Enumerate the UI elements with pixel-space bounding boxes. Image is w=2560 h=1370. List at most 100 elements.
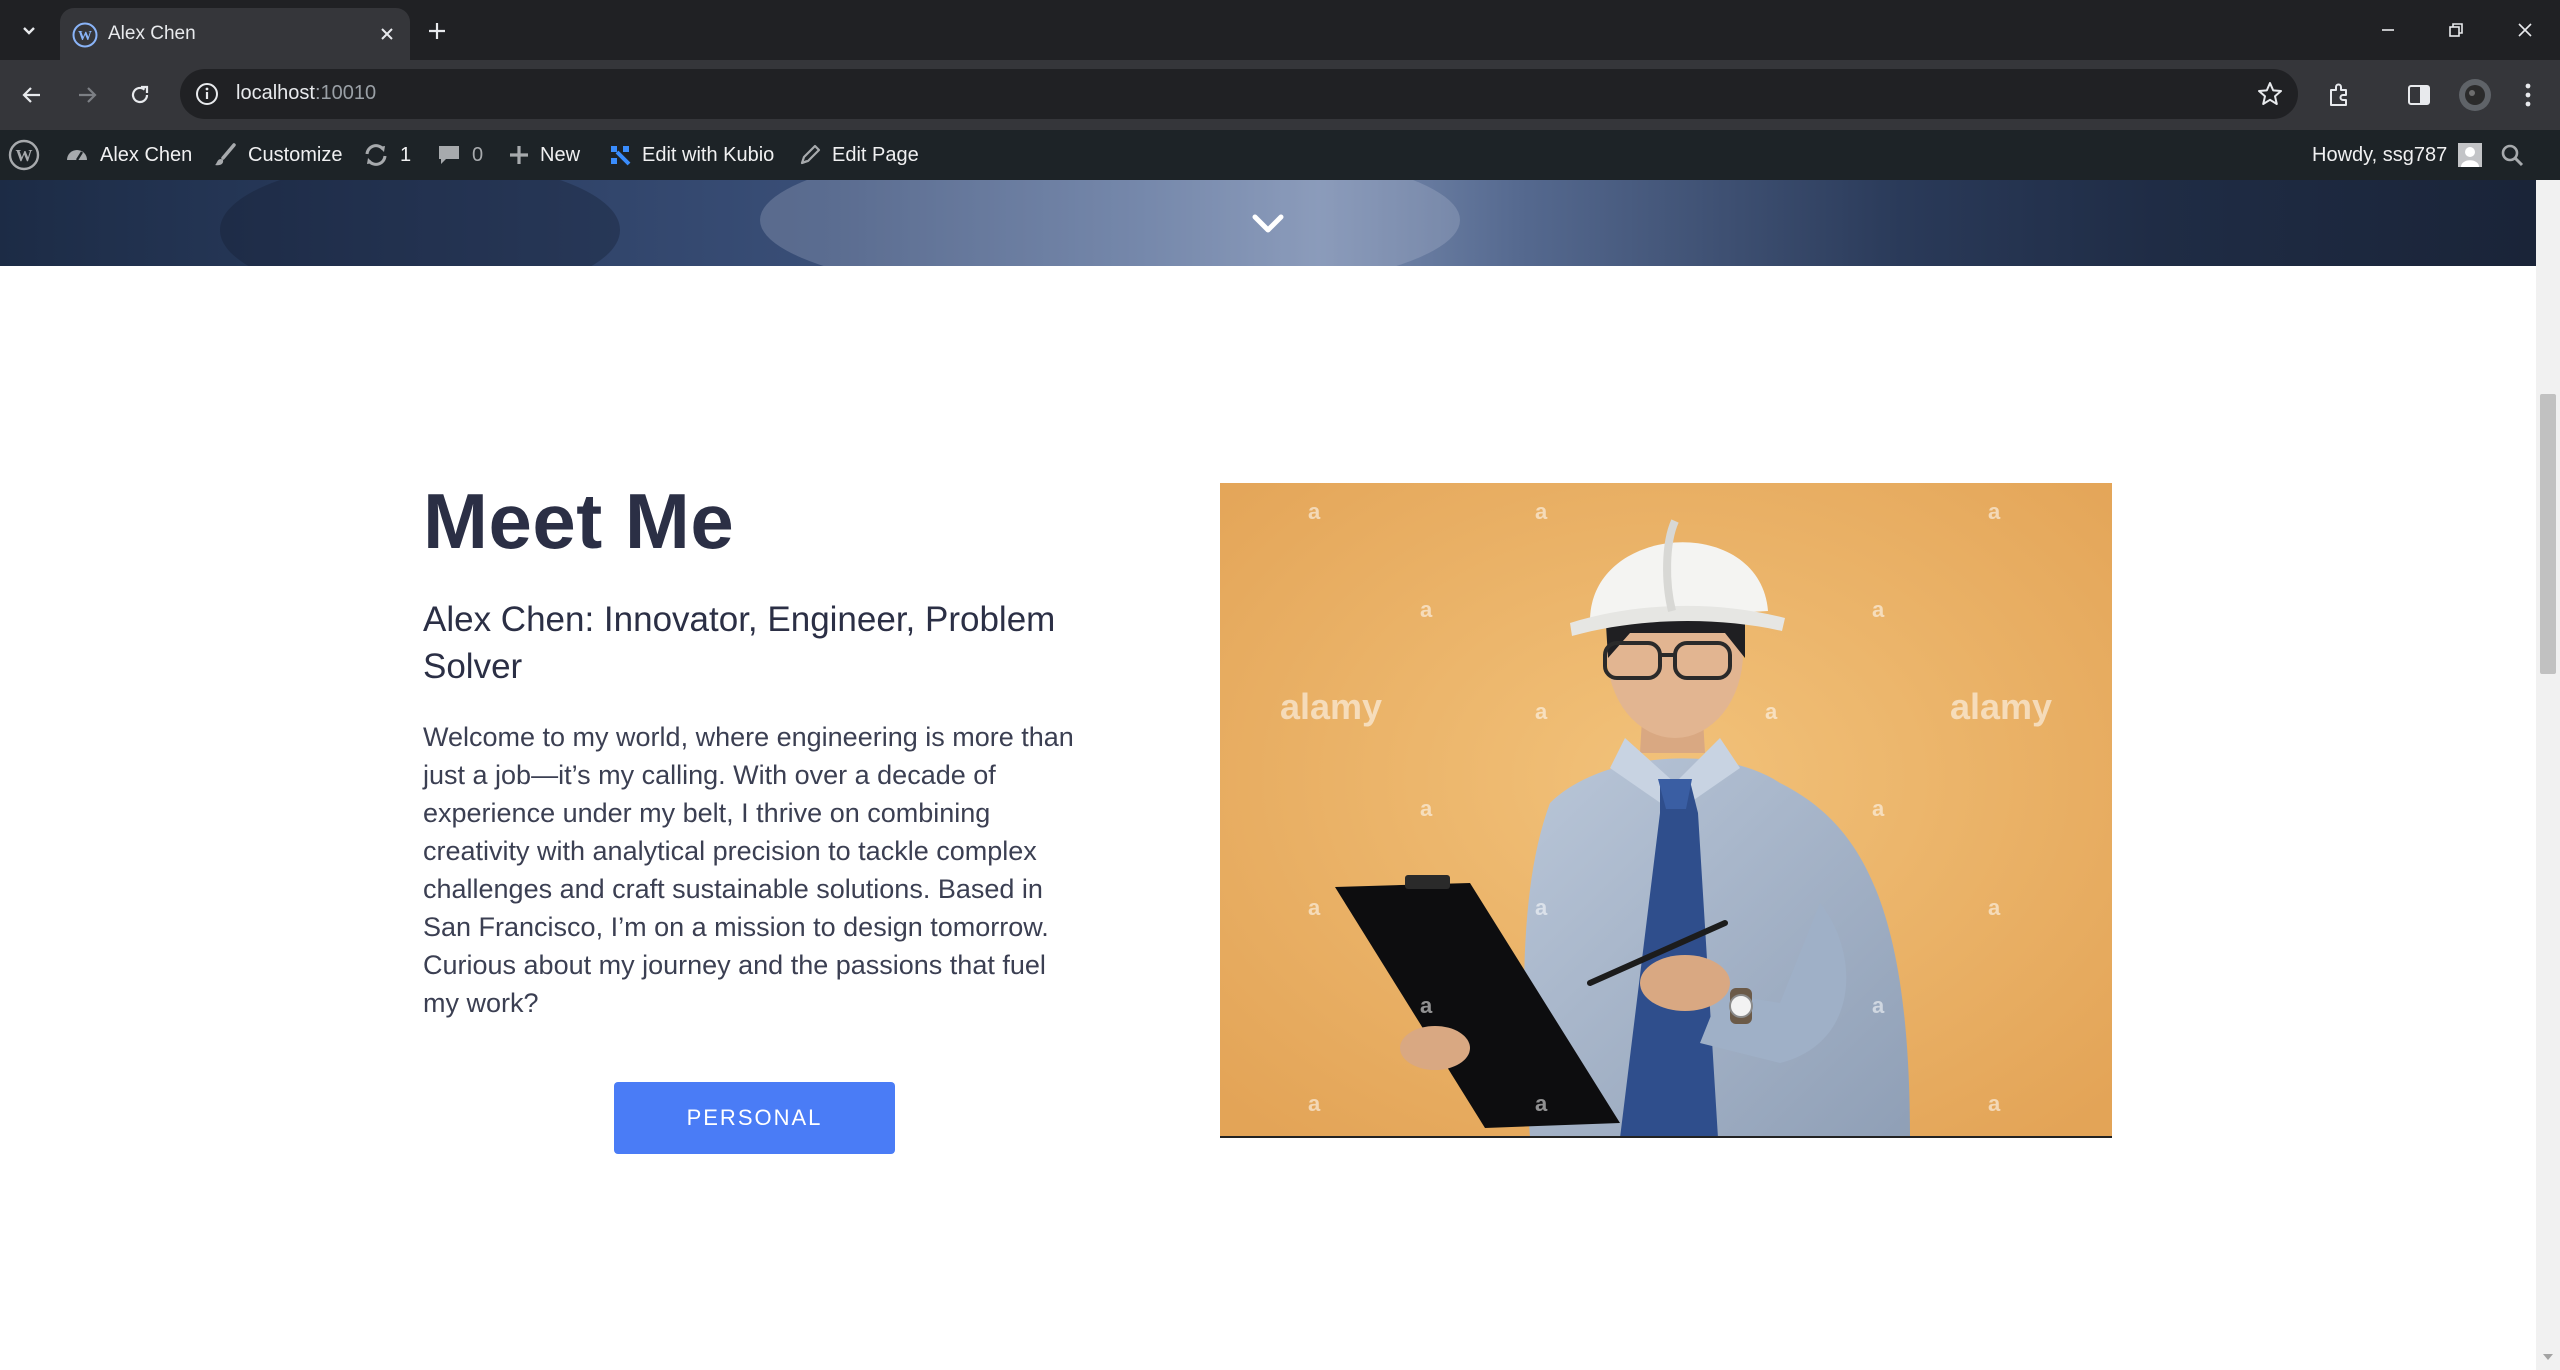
- wp-admin-bar: W Alex Chen Customize 1 0 New Edit with …: [0, 130, 2560, 180]
- svg-text:a: a: [1988, 1091, 2001, 1116]
- site-name-menu[interactable]: Alex Chen: [64, 130, 192, 180]
- brush-icon: [215, 143, 236, 166]
- url-port: :10010: [314, 82, 377, 104]
- hero-background-shape: [760, 180, 1460, 266]
- side-panel-button[interactable]: [2399, 75, 2439, 115]
- tab-search-button[interactable]: [10, 12, 48, 48]
- minimize-icon: [2382, 29, 2394, 31]
- svg-text:a: a: [1765, 699, 1778, 724]
- restore-button[interactable]: [2421, 0, 2491, 60]
- close-icon: [2518, 23, 2532, 37]
- svg-text:alamy: alamy: [1280, 686, 1382, 727]
- browser-menu-button[interactable]: [2508, 75, 2548, 115]
- page-scrollbar[interactable]: [2536, 180, 2560, 1370]
- close-window-button[interactable]: [2490, 0, 2560, 60]
- dashboard-icon: [67, 150, 87, 161]
- chevron-down-icon: [23, 27, 35, 35]
- edit-page-link[interactable]: Edit Page: [798, 130, 919, 180]
- customize-label: Customize: [248, 143, 343, 166]
- url-host: localhost: [236, 82, 315, 104]
- tab-close-button[interactable]: [374, 21, 400, 47]
- svg-text:a: a: [1420, 993, 1433, 1018]
- search-icon: [2501, 144, 2524, 167]
- scroll-down-button[interactable]: [1248, 204, 1288, 244]
- customize-link[interactable]: Customize: [212, 130, 342, 180]
- profile-button[interactable]: [2455, 75, 2495, 115]
- star-icon[interactable]: [2256, 80, 2284, 108]
- minimize-button[interactable]: [2353, 0, 2423, 60]
- wordpress-icon: W: [72, 22, 98, 48]
- url-text[interactable]: localhost:10010: [236, 82, 376, 105]
- section-subheading: Alex Chen: Innovator, Engineer, Problem …: [423, 600, 1056, 686]
- bio-paragraph: Welcome to my world, where engineering i…: [423, 722, 1074, 1018]
- wp-logo-menu[interactable]: W: [8, 130, 40, 180]
- edit-with-kubio-link[interactable]: Edit with Kubio: [608, 130, 774, 180]
- extensions-button[interactable]: [2319, 75, 2359, 115]
- svg-text:a: a: [1535, 1091, 1548, 1116]
- my-account-menu[interactable]: Howdy, ssg787: [2312, 130, 2483, 180]
- site-name-label: Alex Chen: [100, 143, 193, 166]
- close-icon: [381, 28, 393, 40]
- hero-section: [0, 180, 2536, 266]
- profile-avatar-icon: [2459, 79, 2491, 111]
- new-content-menu[interactable]: New: [508, 130, 580, 180]
- svg-text:W: W: [16, 146, 33, 165]
- browser-toolbar: localhost:10010: [0, 60, 2560, 130]
- kubio-icon: [611, 146, 631, 166]
- admin-search-button[interactable]: [2500, 130, 2524, 180]
- svg-text:a: a: [1308, 895, 1321, 920]
- arrow-right-icon: [79, 87, 97, 103]
- updates-count: 1: [400, 143, 412, 166]
- svg-text:alamy: alamy: [1950, 686, 2052, 727]
- browser-tab[interactable]: W Alex Chen: [60, 8, 410, 60]
- svg-text:a: a: [1535, 895, 1548, 920]
- edit-page-label: Edit Page: [832, 143, 919, 166]
- comments-count: 0: [472, 143, 484, 166]
- new-label: New: [540, 143, 581, 166]
- svg-text:a: a: [1988, 895, 2001, 920]
- new-tab-button[interactable]: [420, 14, 454, 48]
- more-vertical-icon: [2525, 83, 2531, 107]
- svg-text:a: a: [1420, 796, 1433, 821]
- engineer-photo: a a a a a alamy a a alamy a a a a a a a …: [1220, 483, 2112, 1138]
- svg-text:a: a: [1535, 499, 1548, 524]
- about-section: Meet Me Alex Chen: Innovator, Engineer, …: [0, 266, 2536, 1370]
- address-bar[interactable]: localhost:10010: [180, 69, 2298, 119]
- scrollbar-thumb[interactable]: [2540, 394, 2556, 674]
- howdy-label: Howdy, ssg787: [2312, 143, 2448, 166]
- svg-text:a: a: [1872, 993, 1885, 1018]
- svg-text:a: a: [1872, 796, 1885, 821]
- kubio-label: Edit with Kubio: [642, 143, 775, 166]
- pencil-icon: [800, 144, 821, 165]
- svg-text:a: a: [1872, 597, 1885, 622]
- arrow-left-icon: [22, 87, 40, 103]
- updates-icon: [365, 144, 387, 166]
- forward-button[interactable]: [68, 76, 106, 114]
- scroll-down-arrow-icon[interactable]: [2540, 1350, 2556, 1364]
- svg-text:a: a: [1420, 597, 1433, 622]
- svg-text:a: a: [1308, 1091, 1321, 1116]
- comments-link[interactable]: 0: [436, 130, 483, 180]
- browser-tab-strip: W Alex Chen: [0, 0, 2560, 60]
- info-icon[interactable]: [194, 81, 220, 107]
- svg-text:W: W: [78, 29, 92, 44]
- reload-button[interactable]: [121, 76, 159, 114]
- side-panel-icon: [2408, 85, 2430, 105]
- personal-button[interactable]: PERSONAL: [614, 1082, 895, 1154]
- svg-text:a: a: [1308, 499, 1321, 524]
- hero-background-shape: [220, 180, 620, 266]
- wordpress-logo-icon: W: [8, 139, 40, 171]
- updates-link[interactable]: 1: [362, 130, 411, 180]
- section-heading: Meet Me: [423, 477, 735, 565]
- reload-icon: [131, 85, 149, 104]
- comment-icon: [439, 146, 459, 164]
- tab-title: Alex Chen: [108, 23, 196, 44]
- puzzle-icon: [2330, 83, 2347, 106]
- plus-icon: [429, 23, 445, 39]
- back-button[interactable]: [13, 76, 51, 114]
- plus-icon: [510, 146, 528, 164]
- user-avatar-icon: [2458, 143, 2483, 167]
- engineer-illustration: a a a a a alamy a a alamy a a a a a a a …: [1220, 483, 2112, 1136]
- chevron-down-icon: [1252, 214, 1284, 233]
- restore-icon: [2449, 23, 2463, 37]
